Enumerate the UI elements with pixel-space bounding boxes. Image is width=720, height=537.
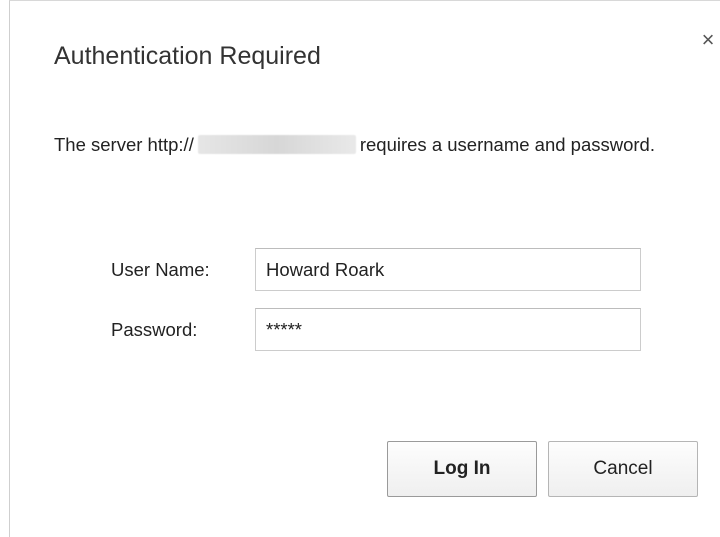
- message-prefix: The server http://: [54, 134, 194, 155]
- login-button[interactable]: Log In: [387, 441, 537, 497]
- password-input[interactable]: [255, 308, 641, 351]
- auth-dialog: Authentication Required × The server htt…: [9, 0, 720, 537]
- message-suffix: requires a username and password.: [359, 134, 655, 155]
- dialog-message: The server http:// requires a username an…: [54, 131, 674, 159]
- close-icon[interactable]: ×: [698, 29, 718, 51]
- username-label: User Name:: [111, 259, 210, 280]
- dialog-title: Authentication Required: [54, 42, 321, 70]
- cancel-button[interactable]: Cancel: [548, 441, 698, 497]
- password-label: Password:: [111, 319, 198, 340]
- username-input[interactable]: [255, 248, 641, 291]
- redacted-server-address: [197, 135, 356, 154]
